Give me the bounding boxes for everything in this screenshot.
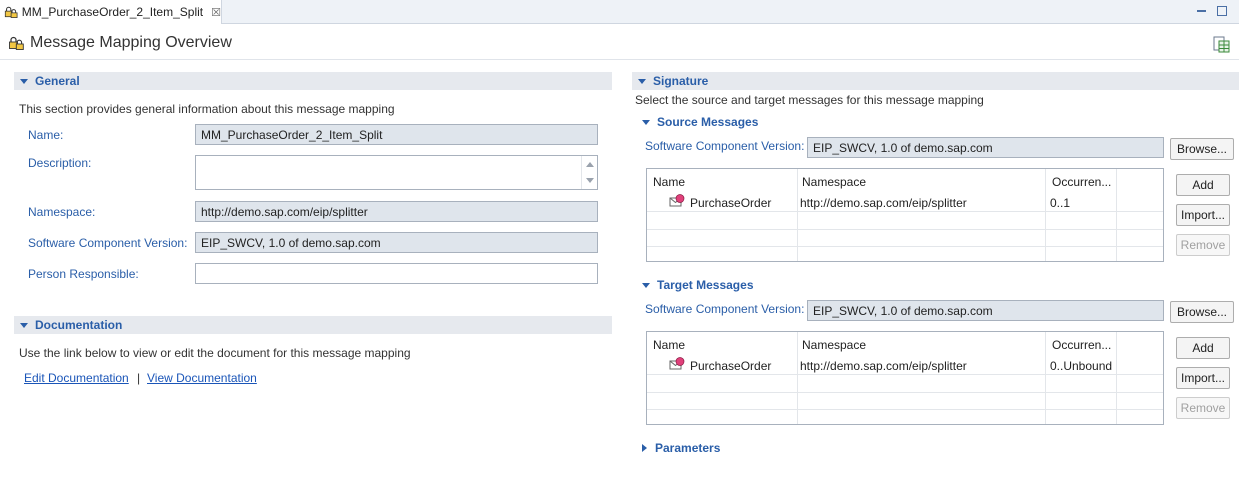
collapse-icon — [20, 78, 28, 84]
target-remove-button[interactable]: Remove — [1176, 397, 1230, 419]
target-messages-header[interactable]: Target Messages — [642, 278, 754, 292]
description-scrollbar[interactable] — [581, 156, 597, 189]
collapse-icon — [642, 119, 650, 125]
lock-mapping-icon — [4, 6, 18, 18]
source-messages-table[interactable]: Name Namespace Occurren... PurchaseOrder… — [646, 168, 1164, 262]
general-description: This section provides general informatio… — [19, 102, 395, 116]
link-separator: | — [137, 371, 141, 385]
person-responsible-field[interactable] — [195, 263, 598, 284]
view-documentation-link[interactable]: View Documentation — [147, 371, 257, 385]
maximize-icon[interactable] — [1217, 6, 1227, 16]
row-name: PurchaseOrder — [690, 359, 772, 373]
general-heading: General — [35, 74, 80, 88]
description-label: Description: — [28, 156, 92, 170]
scroll-down-icon[interactable] — [586, 178, 594, 183]
signature-heading: Signature — [653, 74, 709, 88]
column-header-occurrence[interactable]: Occurren... — [1052, 338, 1111, 352]
editor-tab-title: MM_PurchaseOrder_2_Item_Split — [21, 5, 204, 19]
source-add-button[interactable]: Add — [1176, 174, 1230, 196]
documentation-section-header[interactable]: Documentation — [14, 316, 612, 334]
source-messages-header[interactable]: Source Messages — [642, 115, 758, 129]
lock-mapping-icon — [9, 36, 24, 50]
row-namespace: http://demo.sap.com/eip/splitter — [800, 359, 967, 373]
column-header-namespace[interactable]: Namespace — [802, 338, 866, 352]
namespace-field[interactable]: http://demo.sap.com/eip/splitter — [195, 201, 598, 222]
target-import-button[interactable]: Import... — [1176, 367, 1230, 389]
documentation-heading: Documentation — [35, 318, 123, 332]
scroll-up-icon[interactable] — [586, 162, 594, 167]
target-swcv-field[interactable]: EIP_SWCV, 1.0 of demo.sap.com — [807, 300, 1164, 321]
row-namespace: http://demo.sap.com/eip/splitter — [800, 196, 967, 210]
swcv-field[interactable]: EIP_SWCV, 1.0 of demo.sap.com — [195, 232, 598, 253]
source-import-button[interactable]: Import... — [1176, 204, 1230, 226]
documentation-description: Use the link below to view or edit the d… — [19, 346, 411, 360]
source-swcv-label: Software Component Version: — [645, 139, 805, 153]
signature-section-header[interactable]: Signature — [632, 72, 1239, 90]
page-header: Message Mapping Overview — [0, 24, 1239, 60]
parameters-header[interactable]: Parameters — [642, 441, 720, 455]
message-icon — [669, 357, 685, 370]
close-tab-icon[interactable]: ☒ — [211, 6, 221, 19]
collapse-icon — [642, 282, 650, 288]
column-header-namespace[interactable]: Namespace — [802, 175, 866, 189]
signature-description: Select the source and target messages fo… — [635, 93, 984, 107]
target-browse-button[interactable]: Browse... — [1170, 301, 1234, 323]
collapse-icon — [20, 322, 28, 328]
row-name: PurchaseOrder — [690, 196, 772, 210]
spreadsheet-icon[interactable] — [1213, 36, 1230, 53]
general-section-header[interactable]: General — [14, 72, 612, 90]
page-title: Message Mapping Overview — [30, 34, 232, 51]
source-browse-button[interactable]: Browse... — [1170, 138, 1234, 160]
namespace-label: Namespace: — [28, 205, 96, 219]
column-header-name[interactable]: Name — [653, 175, 685, 189]
message-icon — [669, 194, 685, 207]
target-messages-table[interactable]: Name Namespace Occurren... PurchaseOrder… — [646, 331, 1164, 425]
editor-tab-bar: MM_PurchaseOrder_2_Item_Split ☒ — [0, 0, 1239, 24]
source-swcv-field[interactable]: EIP_SWCV, 1.0 of demo.sap.com — [807, 137, 1164, 158]
edit-documentation-link[interactable]: Edit Documentation — [24, 371, 129, 385]
target-messages-heading: Target Messages — [657, 278, 754, 292]
parameters-heading: Parameters — [655, 441, 721, 455]
swcv-label: Software Component Version: — [28, 236, 188, 250]
row-occurrence: 0..1 — [1050, 196, 1071, 210]
source-remove-button[interactable]: Remove — [1176, 234, 1230, 256]
source-messages-heading: Source Messages — [657, 115, 759, 129]
target-add-button[interactable]: Add — [1176, 337, 1230, 359]
name-label: Name: — [28, 128, 64, 142]
column-header-name[interactable]: Name — [653, 338, 685, 352]
minimize-icon[interactable] — [1196, 5, 1208, 17]
person-responsible-label: Person Responsible: — [28, 267, 139, 281]
expand-icon — [642, 444, 647, 452]
column-header-occurrence[interactable]: Occurren... — [1052, 175, 1111, 189]
target-swcv-label: Software Component Version: — [645, 302, 805, 316]
row-occurrence: 0..Unbound — [1050, 359, 1113, 373]
name-field[interactable]: MM_PurchaseOrder_2_Item_Split — [195, 124, 598, 145]
editor-tab[interactable]: MM_PurchaseOrder_2_Item_Split ☒ — [0, 0, 222, 24]
description-field[interactable] — [195, 155, 598, 190]
collapse-icon — [638, 78, 646, 84]
